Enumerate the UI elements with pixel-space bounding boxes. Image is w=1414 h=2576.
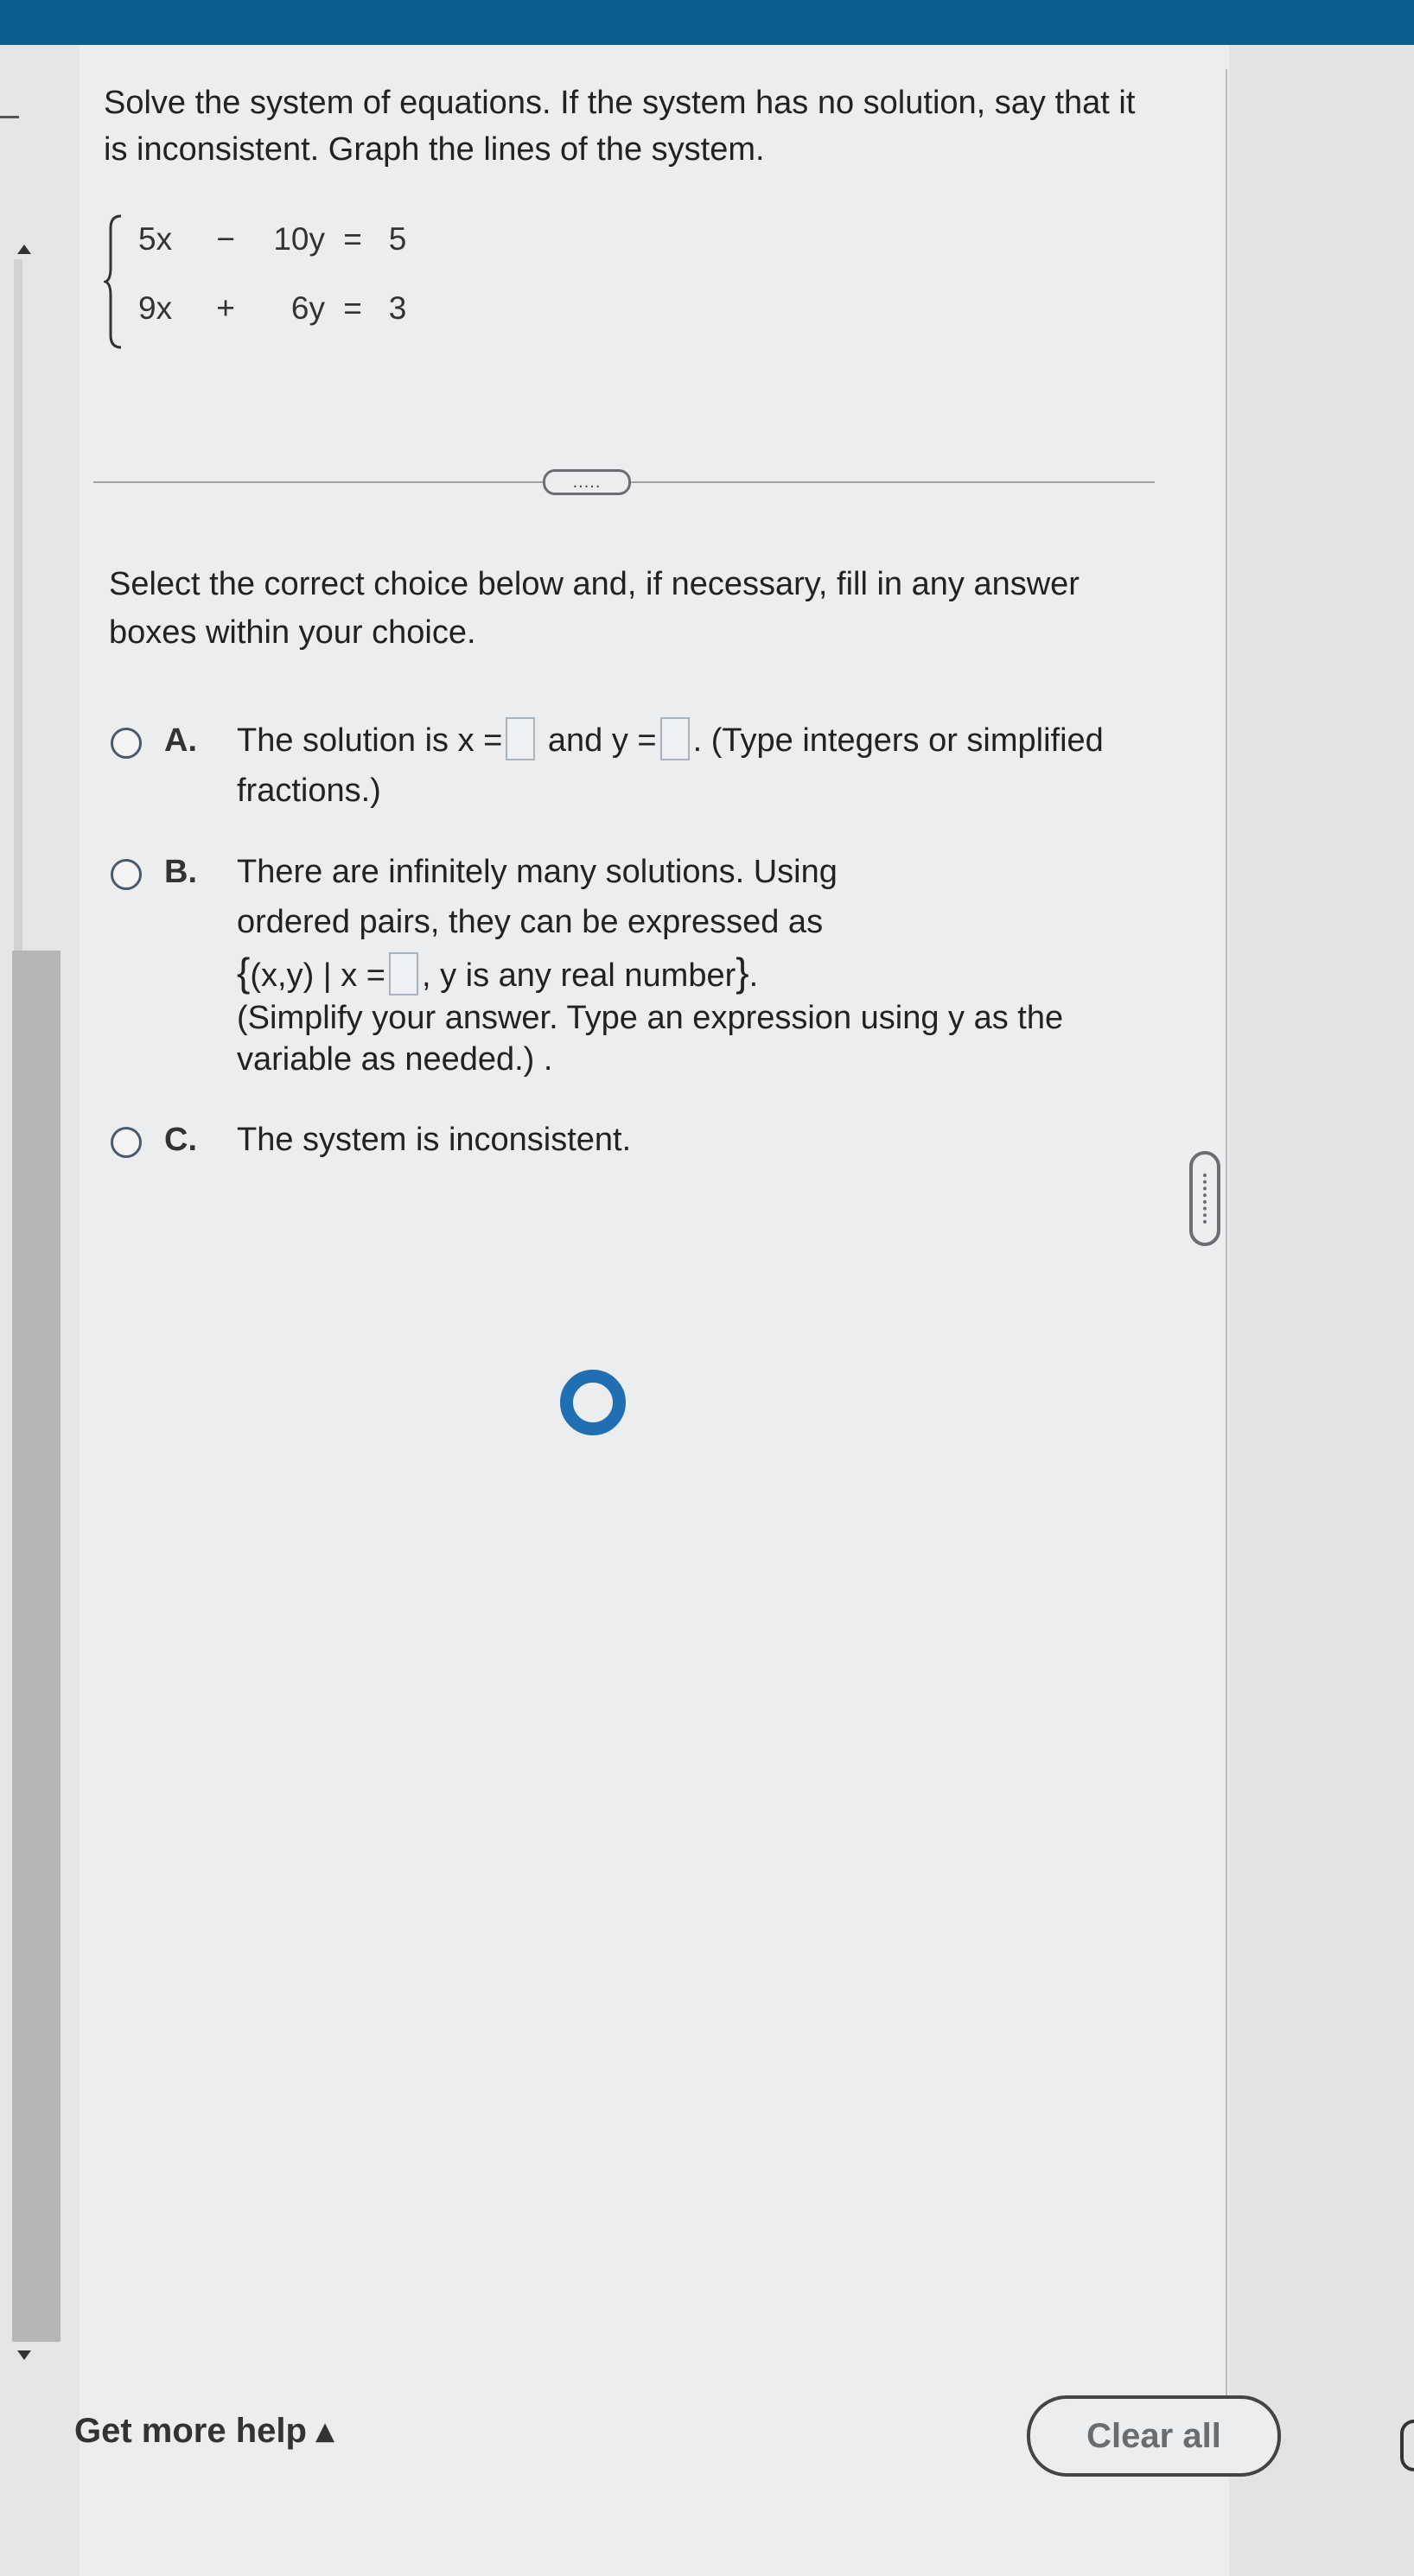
equation-2-rhs: 3: [388, 290, 407, 326]
equation-1-equals: =: [343, 221, 362, 257]
top-bar: [0, 0, 1414, 45]
equation-row-1: 5x − 10y = 5: [138, 221, 415, 258]
pane-resize-handle[interactable]: [1189, 1151, 1220, 1246]
equation-1-x-term: 5x: [138, 221, 173, 257]
left-brace-icon: [104, 214, 122, 349]
choice-a-letter: A.: [164, 722, 197, 759]
next-button-edge[interactable]: [1400, 2420, 1414, 2471]
problem-instructions: Solve the system of equations. If the sy…: [104, 85, 1136, 168]
choice-b-radio[interactable]: [111, 859, 142, 890]
choice-b-letter: B.: [164, 854, 197, 890]
choice-a-text-part1: The solution is x =: [237, 722, 503, 759]
equation-1-rhs: 5: [388, 221, 407, 257]
equation-2-operator: +: [216, 290, 235, 326]
question-panel: [80, 45, 1229, 2576]
answer-box-y[interactable]: [659, 716, 690, 760]
loading-spinner-icon: [560, 1370, 626, 1435]
set-open-brace: {: [237, 950, 251, 995]
choice-c-text: The system is inconsistent.: [237, 1122, 632, 1158]
set-close-brace: }: [736, 950, 749, 995]
answer-box-x-expression[interactable]: [388, 951, 418, 995]
left-tick-mark: [0, 116, 19, 118]
choice-a-radio[interactable]: [111, 728, 142, 759]
equation-1-y-term: 10y: [273, 221, 325, 257]
show-more-button[interactable]: .....: [543, 469, 631, 495]
set-builder-left: (x,y) | x =: [250, 957, 385, 994]
choice-b-line1: There are infinitely many solutions. Usi…: [237, 854, 838, 940]
graph-pane: [1229, 45, 1414, 2576]
choice-a-text: The solution is x = and y =. (Type integ…: [237, 716, 1170, 816]
equation-2-y-term: 6y: [290, 290, 325, 326]
equation-2-x-term: 9x: [138, 290, 173, 326]
scroll-up-arrow-icon[interactable]: [17, 245, 31, 254]
get-more-help-link[interactable]: Get more help ▴: [74, 2411, 334, 2451]
choice-b-note: (Simplify your answer. Type an expressio…: [237, 1000, 1064, 1078]
set-builder-right: , y is any real number: [421, 957, 736, 994]
choice-prompt: Select the correct choice below and, if …: [109, 566, 1080, 651]
answer-box-x[interactable]: [506, 716, 536, 760]
choice-b-text: There are infinitely many solutions. Usi…: [237, 847, 911, 1001]
pane-divider: [1226, 69, 1227, 2437]
choice-c-letter: C.: [164, 1122, 197, 1158]
choice-c-radio[interactable]: [111, 1127, 142, 1158]
scrollbar-thumb[interactable]: [12, 951, 61, 2342]
equation-row-2: 9x +6y = 3: [138, 290, 415, 327]
equation-1-operator: −: [216, 221, 235, 257]
choice-a-text-part2: and y =: [547, 722, 657, 759]
clear-all-button[interactable]: Clear all: [1027, 2395, 1281, 2477]
scroll-down-arrow-icon[interactable]: [17, 2350, 31, 2360]
equation-2-equals: =: [343, 290, 362, 326]
set-builder-period: .: [748, 957, 759, 994]
